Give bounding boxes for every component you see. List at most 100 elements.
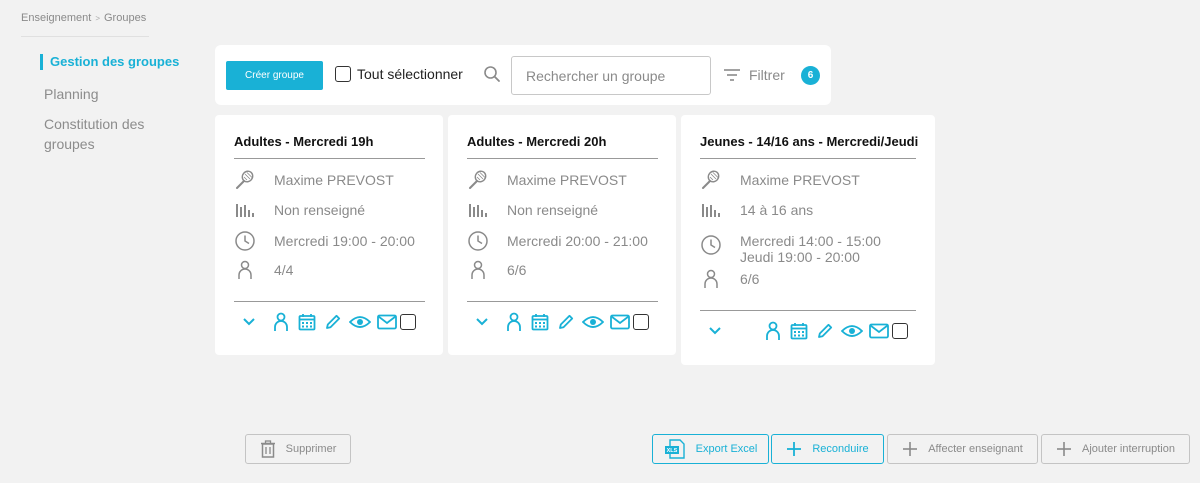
level-bars-icon — [700, 199, 722, 221]
person-icon — [700, 268, 722, 290]
calendar-icon[interactable] — [786, 322, 812, 340]
toolbar: Créer groupe Tout sélectionner Filtrer 6 — [215, 45, 831, 105]
view-eye-icon[interactable] — [346, 315, 374, 329]
renew-button[interactable]: Reconduire — [771, 434, 884, 464]
schedule-row: Mercredi 14:00 - 15:00 Jeudi 19:00 - 20:… — [700, 230, 881, 265]
members-icon[interactable] — [501, 312, 527, 332]
delete-label: Supprimer — [285, 443, 337, 455]
divider — [700, 158, 916, 159]
members-count: 6/6 — [740, 271, 760, 287]
group-card: Adultes - Mercredi 20h Maxime PREVOST No… — [448, 115, 676, 355]
divider — [700, 310, 916, 311]
select-all-label: Tout sélectionner — [357, 66, 463, 82]
breadcrumb: Enseignement > Groupes — [21, 12, 146, 24]
sidebar-item-planning[interactable]: Planning — [40, 84, 180, 104]
divider — [234, 158, 425, 159]
schedule-line: Jeudi 19:00 - 20:00 — [740, 249, 860, 265]
level-text: Non renseigné — [507, 202, 599, 218]
select-group-checkbox[interactable] — [633, 314, 649, 330]
mail-icon[interactable] — [607, 314, 633, 330]
expand-chevron-icon[interactable] — [467, 317, 497, 327]
mail-icon[interactable] — [374, 314, 400, 330]
schedule-line: Mercredi 19:00 - 20:00 — [274, 233, 415, 249]
members-count: 4/4 — [274, 262, 294, 278]
edit-pencil-icon[interactable] — [553, 313, 579, 331]
schedule-row: Mercredi 19:00 - 20:00 — [234, 230, 415, 252]
sidebar-item-gestion-groupes[interactable]: Gestion des groupes — [40, 54, 180, 70]
clock-icon — [467, 230, 489, 252]
filter-icon — [724, 69, 740, 81]
select-group-checkbox[interactable] — [400, 314, 416, 330]
members-count: 6/6 — [507, 262, 527, 278]
schedule-text: Mercredi 14:00 - 15:00 Jeudi 19:00 - 20:… — [740, 230, 881, 265]
svg-text:XLS: XLS — [666, 448, 677, 454]
teacher-row: Maxime PREVOST — [234, 169, 394, 191]
breadcrumb-divider — [21, 36, 149, 37]
export-label: Export Excel — [695, 443, 758, 455]
group-title[interactable]: Adultes - Mercredi 19h — [234, 134, 373, 149]
card-actions — [467, 312, 649, 332]
members-icon[interactable] — [760, 321, 786, 341]
add-interruption-label: Ajouter interruption — [1082, 443, 1175, 455]
schedule-line: Mercredi 14:00 - 15:00 — [740, 233, 881, 249]
teacher-name: Maxime PREVOST — [274, 172, 394, 188]
view-eye-icon[interactable] — [838, 324, 866, 338]
view-eye-icon[interactable] — [579, 315, 607, 329]
select-all-checkbox[interactable]: Tout sélectionner — [335, 66, 463, 82]
schedule-text: Mercredi 20:00 - 21:00 — [507, 230, 648, 249]
create-group-button[interactable]: Créer groupe — [226, 61, 323, 90]
edit-pencil-icon[interactable] — [812, 322, 838, 340]
members-row: 6/6 — [467, 259, 526, 281]
group-card: Adultes - Mercredi 19h Maxime PREVOST No… — [215, 115, 443, 355]
assign-teacher-label: Affecter enseignant — [928, 443, 1023, 455]
plus-icon — [787, 442, 802, 456]
breadcrumb-current: Groupes — [104, 12, 147, 24]
members-icon[interactable] — [268, 312, 294, 332]
level-bars-icon — [234, 199, 256, 221]
person-icon — [467, 259, 489, 281]
search-input[interactable] — [511, 56, 711, 95]
plus-icon — [903, 442, 918, 456]
level-text: 14 à 16 ans — [740, 202, 814, 218]
sidebar-item-constitution-groupes[interactable]: Constitution des groupes — [40, 114, 180, 154]
teacher-row: Maxime PREVOST — [700, 169, 860, 191]
teacher-name: Maxime PREVOST — [507, 172, 627, 188]
export-excel-button[interactable]: XLS Export Excel — [652, 434, 769, 464]
assign-teacher-button[interactable]: Affecter enseignant — [887, 434, 1038, 464]
breadcrumb-root[interactable]: Enseignement — [21, 12, 91, 24]
schedule-line: Mercredi 20:00 - 21:00 — [507, 233, 648, 249]
edit-pencil-icon[interactable] — [320, 313, 346, 331]
calendar-icon[interactable] — [294, 313, 320, 331]
sidebar: Gestion des groupes Planning Constitutio… — [40, 54, 180, 164]
members-row: 6/6 — [700, 268, 759, 290]
trash-icon — [260, 440, 275, 458]
select-group-checkbox[interactable] — [892, 323, 908, 339]
mail-icon[interactable] — [866, 323, 892, 339]
renew-label: Reconduire — [812, 443, 869, 455]
level-text: Non renseigné — [274, 202, 366, 218]
excel-file-icon: XLS — [664, 439, 685, 459]
group-card: Jeunes - 14/16 ans - Mercredi/Jeudi Maxi… — [681, 115, 935, 365]
plus-icon — [1057, 442, 1072, 456]
person-icon — [234, 259, 256, 281]
racket-icon — [234, 169, 256, 191]
clock-icon — [700, 234, 722, 256]
expand-chevron-icon[interactable] — [700, 326, 730, 336]
divider — [467, 158, 658, 159]
racket-icon — [700, 169, 722, 191]
group-title[interactable]: Jeunes - 14/16 ans - Mercredi/Jeudi — [700, 134, 918, 149]
calendar-icon[interactable] — [527, 313, 553, 331]
search-icon — [483, 65, 501, 88]
group-title[interactable]: Adultes - Mercredi 20h — [467, 134, 606, 149]
divider — [234, 301, 425, 302]
add-interruption-button[interactable]: Ajouter interruption — [1041, 434, 1190, 464]
level-row: 14 à 16 ans — [700, 199, 813, 221]
expand-chevron-icon[interactable] — [234, 317, 264, 327]
members-row: 4/4 — [234, 259, 293, 281]
filter-button[interactable]: Filtrer — [723, 67, 785, 83]
card-actions — [700, 321, 908, 341]
select-all-box[interactable] — [335, 66, 351, 82]
delete-button[interactable]: Supprimer — [245, 434, 351, 464]
schedule-text: Mercredi 19:00 - 20:00 — [274, 230, 415, 249]
filter-count-badge: 6 — [801, 66, 820, 85]
